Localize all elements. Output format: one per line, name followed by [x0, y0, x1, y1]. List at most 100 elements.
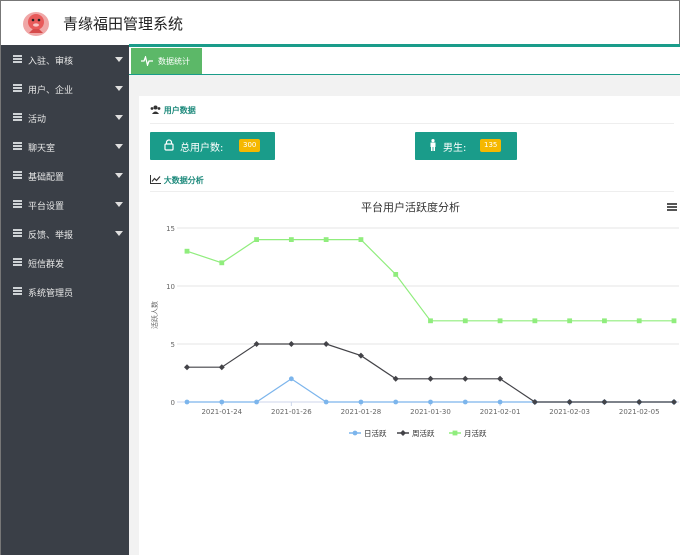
tab-data-statistics[interactable]: 数据统计: [131, 48, 202, 74]
list-icon: [13, 84, 22, 92]
y-tick-label: 10: [166, 283, 175, 291]
lock-icon: [164, 139, 174, 151]
pulse-icon: [141, 56, 153, 66]
sidebar-item-label: 系统管理员: [28, 289, 74, 299]
sidebar-item[interactable]: 短信群发: [1, 248, 129, 277]
sidebar-item[interactable]: 基础配置: [1, 161, 129, 190]
total-users-card: 总用户数: 300: [150, 132, 275, 160]
x-tick-label: 2021-01-30: [410, 408, 451, 416]
sidebar-item-label: 基础配置: [28, 173, 65, 183]
data-point: [184, 364, 190, 371]
analysis-title: 大数据分析: [163, 176, 204, 185]
data-point: [254, 237, 259, 242]
data-point: [254, 399, 259, 405]
list-icon: [13, 200, 22, 208]
data-point: [323, 237, 329, 242]
male-users-badge: 135: [480, 139, 502, 152]
logo-icon: [23, 12, 49, 36]
list-icon: [13, 55, 22, 63]
y-tick-label: 15: [166, 225, 175, 233]
sidebar-item-label: 入驻、审核: [28, 57, 74, 67]
total-users-label: 总用户数:: [180, 143, 224, 154]
sidebar-item-label: 反馈、举报: [28, 231, 74, 241]
data-point: [288, 237, 294, 242]
line-chart-icon: [150, 175, 161, 184]
list-icon: [13, 113, 22, 121]
caret-down-icon: [115, 231, 123, 236]
data-point: [636, 399, 643, 405]
sidebar-item[interactable]: 系统管理员: [1, 277, 129, 306]
tab-label: 数据统计: [158, 57, 190, 66]
sidebar-item[interactable]: 反馈、举报: [1, 219, 129, 248]
male-users-card: 男生: 135: [415, 132, 517, 160]
legend-marker: [400, 430, 406, 436]
data-point: [462, 375, 469, 382]
list-icon: [13, 258, 22, 266]
list-icon: [13, 171, 22, 179]
data-point: [358, 237, 364, 242]
sidebar-item[interactable]: 用户、企业: [1, 74, 129, 103]
legend-item[interactable]: 日活跃: [349, 428, 387, 438]
data-point: [671, 399, 677, 405]
data-point: [288, 376, 294, 382]
user-data-heading: 用户数据: [150, 105, 196, 116]
sidebar: 入驻、审核用户、企业活动聊天室基础配置平台设置反馈、举报短信群发系统管理员: [1, 45, 129, 555]
data-point: [532, 318, 538, 324]
data-point: [428, 399, 433, 405]
caret-down-icon: [115, 202, 123, 207]
list-icon: [13, 229, 22, 237]
sidebar-item-label: 聊天室: [28, 144, 56, 154]
analysis-heading: 大数据分析: [150, 175, 204, 186]
data-point: [636, 318, 642, 324]
x-tick-label: 2021-02-03: [549, 408, 590, 416]
data-point: [358, 399, 364, 405]
data-point: [497, 399, 503, 405]
total-users-badge: 300: [239, 139, 261, 152]
data-point: [567, 318, 573, 324]
y-tick-label: 0: [171, 399, 175, 407]
data-point: [288, 341, 295, 347]
data-point: [393, 272, 399, 277]
legend-item[interactable]: 周活跃: [397, 428, 435, 438]
data-point: [393, 399, 399, 405]
series-line: [186, 239, 674, 322]
user-data-title: 用户数据: [163, 106, 196, 115]
activity-chart: 0 5 10 15 活跃人数 2021-01-24 2021-01-26 2021-01-28…: [150, 225, 679, 438]
sidebar-item[interactable]: 平台设置: [1, 190, 129, 219]
app-header: 青缘福田管理系统: [1, 1, 679, 45]
legend-item[interactable]: 月活跃: [449, 428, 487, 438]
y-axis-label: 活跃人数: [150, 301, 159, 329]
section-divider: [150, 191, 674, 192]
series-line: [187, 378, 674, 403]
x-tick-label: 2021-01-24: [201, 408, 242, 416]
data-point: [428, 318, 433, 324]
sidebar-item-label: 平台设置: [28, 202, 65, 212]
section-divider: [150, 123, 674, 124]
caret-down-icon: [115, 115, 123, 120]
tab-bar: 数据统计: [129, 47, 680, 75]
list-icon: [13, 287, 22, 295]
x-tick-label: 2021-01-26: [271, 408, 312, 416]
chart-menu-icon[interactable]: [667, 203, 677, 212]
male-icon: [430, 139, 436, 151]
legend-marker: [352, 430, 358, 436]
users-icon: [150, 105, 161, 114]
sidebar-item-label: 活动: [28, 115, 47, 125]
data-point: [497, 318, 503, 324]
sidebar-item-label: 短信群发: [28, 260, 65, 270]
caret-down-icon: [115, 173, 123, 178]
data-point: [184, 248, 190, 254]
data-point: [566, 399, 573, 405]
data-point: [671, 318, 677, 324]
sidebar-item[interactable]: 聊天室: [1, 132, 129, 161]
series-line: [187, 343, 674, 403]
chart-title: 平台用户活跃度分析: [361, 201, 460, 214]
app-title: 青缘福田管理系统: [63, 15, 184, 33]
caret-down-icon: [115, 57, 123, 62]
sidebar-item[interactable]: 活动: [1, 103, 129, 132]
data-point: [323, 399, 329, 405]
sidebar-item-label: 用户、企业: [28, 86, 74, 96]
sidebar-item[interactable]: 入驻、审核: [1, 45, 129, 74]
data-point: [601, 399, 608, 405]
data-point: [462, 399, 468, 405]
